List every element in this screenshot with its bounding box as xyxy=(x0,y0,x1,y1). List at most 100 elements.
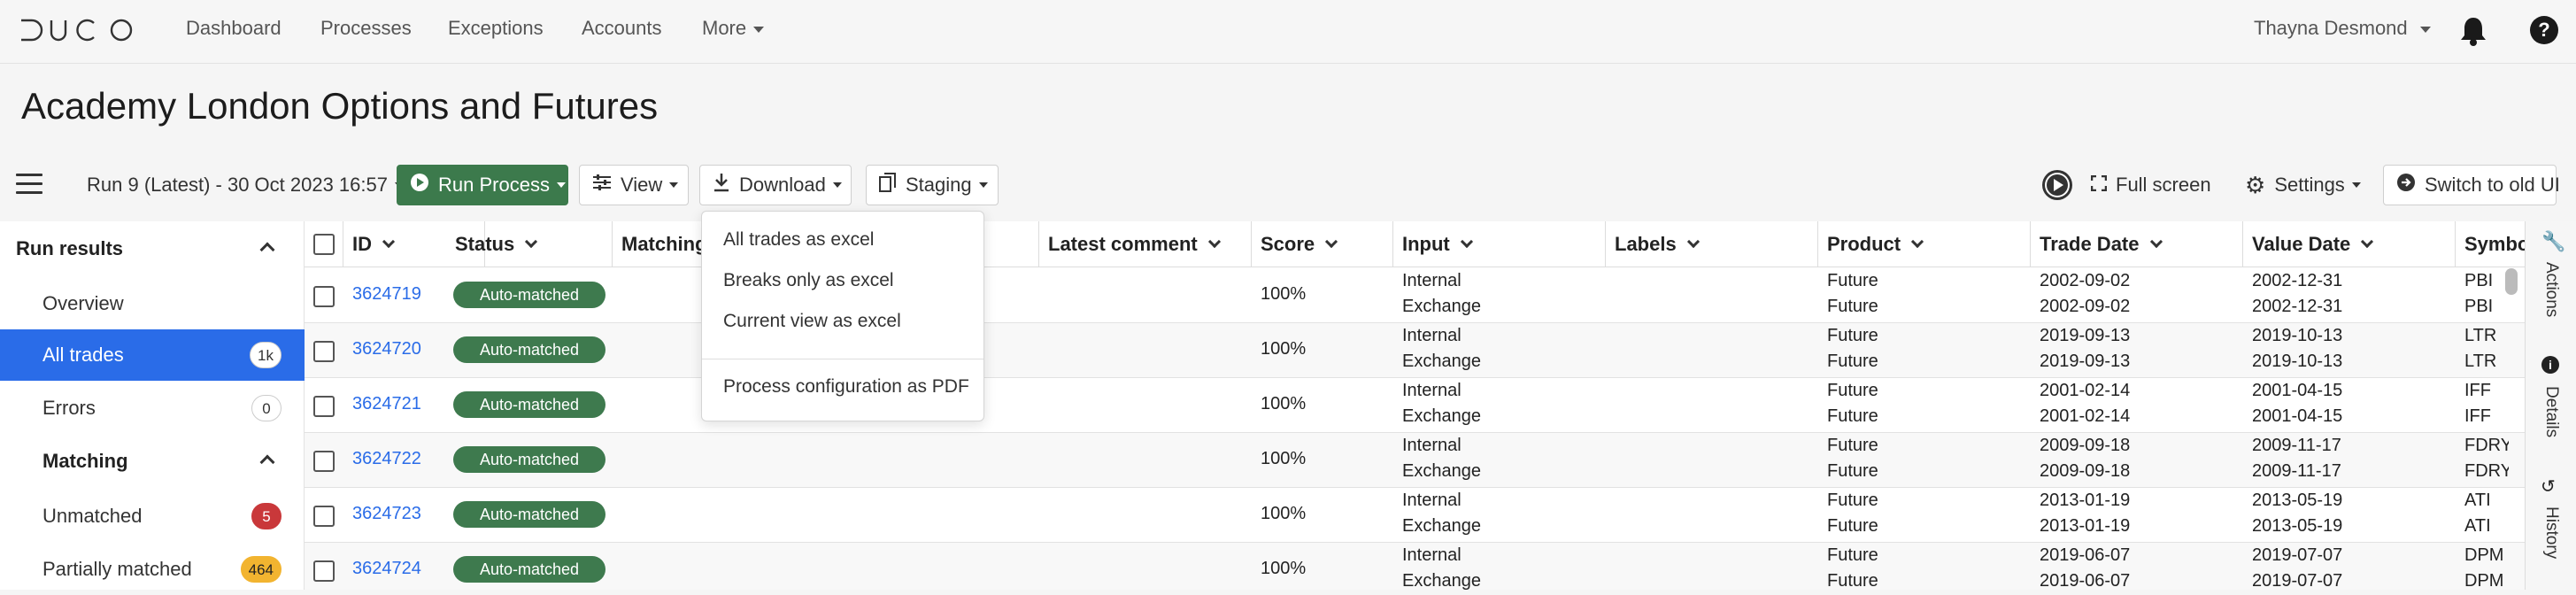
row-checkbox[interactable] xyxy=(313,396,335,417)
trade-date-cell: 2001-02-14 xyxy=(2040,381,2131,400)
chevron-up-icon[interactable] xyxy=(259,454,275,470)
rail-actions[interactable]: Actions xyxy=(2541,262,2561,317)
info-icon[interactable]: i xyxy=(2541,356,2559,374)
value-date-cell: 2013-05-19 xyxy=(2252,491,2343,510)
menu-item-config-pdf[interactable]: Process configuration as PDF xyxy=(723,376,969,398)
chevron-down-icon xyxy=(382,235,396,249)
product-cell: Future xyxy=(1827,571,1878,590)
nav-accounts[interactable]: Accounts xyxy=(582,17,662,40)
column-header-latest-comment[interactable]: Latest comment xyxy=(1039,221,1252,267)
run-results-heading[interactable]: Run results xyxy=(16,237,123,260)
view-label: View xyxy=(621,174,663,196)
column-header-input[interactable]: Input xyxy=(1393,221,1606,267)
switch-old-ui-button[interactable]: Switch to old UI xyxy=(2383,165,2560,205)
sidebar-item-all-trades[interactable]: All trades 1k xyxy=(0,329,305,381)
select-all-checkbox[interactable] xyxy=(313,234,335,255)
user-menu[interactable]: Thayna Desmond xyxy=(2254,17,2431,40)
menu-item-current-excel[interactable]: Current view as excel xyxy=(723,311,901,332)
input-internal: Internal xyxy=(1402,545,1462,565)
product-cell: Future xyxy=(1827,545,1878,565)
download-icon xyxy=(713,173,730,197)
table-row[interactable]: 3624720 Auto-matched 100% Internal Exchange F… xyxy=(305,323,2525,378)
trade-id-link[interactable]: 3624721 xyxy=(352,394,421,414)
play-button[interactable] xyxy=(2041,165,2073,205)
trade-date-cell: 2009-09-18 xyxy=(2040,461,2131,481)
history-icon[interactable]: ↺ xyxy=(2541,475,2556,498)
product-cell: Future xyxy=(1827,516,1878,536)
run-process-button[interactable]: Run Process xyxy=(397,165,568,205)
column-header-score[interactable]: Score xyxy=(1252,221,1393,267)
settings-button[interactable]: ⚙ Settings xyxy=(2245,165,2361,205)
hamburger-menu-icon[interactable] xyxy=(16,174,42,195)
column-label: Product xyxy=(1827,233,1901,255)
trade-id-link[interactable]: 3624719 xyxy=(352,284,421,305)
column-header-status[interactable]: Status xyxy=(446,221,613,267)
run-selector[interactable]: Run 9 (Latest) - 30 Oct 2023 16:57 xyxy=(87,165,404,205)
bell-icon[interactable] xyxy=(2459,16,2487,46)
sidebar-item-errors[interactable]: Errors 0 xyxy=(0,382,305,434)
caret-down-icon xyxy=(2351,182,2361,188)
menu-item-all-excel[interactable]: All trades as excel xyxy=(723,229,874,251)
nav-dashboard[interactable]: Dashboard xyxy=(186,17,282,40)
table-row[interactable]: 3624724 Auto-matched 100% Internal Exchange F… xyxy=(305,543,2525,590)
chevron-up-icon[interactable] xyxy=(259,242,275,258)
product-cell: Future xyxy=(1827,326,1878,345)
nav-processes[interactable]: Processes xyxy=(320,17,412,40)
view-button[interactable]: View xyxy=(579,165,689,205)
column-header-labels[interactable]: Labels xyxy=(1606,221,1818,267)
column-label: Trade Date xyxy=(2040,233,2140,255)
select-all-header xyxy=(305,221,343,267)
sidebar-item-overview[interactable]: Overview xyxy=(0,278,305,329)
column-header-product[interactable]: Product xyxy=(1818,221,2031,267)
caret-down-icon xyxy=(669,182,679,188)
input-internal: Internal xyxy=(1402,436,1462,455)
table-row[interactable]: 3624723 Auto-matched 100% Internal Exchange F… xyxy=(305,488,2525,543)
row-checkbox[interactable] xyxy=(313,506,335,527)
full-screen-button[interactable]: Full screen xyxy=(2090,165,2211,205)
nav-more[interactable]: More xyxy=(702,17,765,40)
symbol-cell: IFF xyxy=(2464,406,2491,426)
input-exchange: Exchange xyxy=(1402,461,1481,481)
nav-exceptions[interactable]: Exceptions xyxy=(448,17,544,40)
column-header-trade-date[interactable]: Trade Date xyxy=(2031,221,2243,267)
wrench-icon[interactable]: 🔧 xyxy=(2541,230,2565,253)
settings-label: Settings xyxy=(2274,174,2345,196)
column-header-value-date[interactable]: Value Date xyxy=(2243,221,2456,267)
trade-date-cell: 2002-09-02 xyxy=(2040,271,2131,290)
row-checkbox[interactable] xyxy=(313,286,335,307)
play-circle-icon xyxy=(2042,170,2072,200)
caret-down-icon xyxy=(753,26,765,33)
table-row[interactable]: 3624721 Auto-matched 100% Internal Exchange F… xyxy=(305,378,2525,433)
trade-id-link[interactable]: 3624723 xyxy=(352,504,421,524)
row-checkbox[interactable] xyxy=(313,560,335,582)
product-cell: Future xyxy=(1827,406,1878,426)
matching-heading[interactable]: Matching xyxy=(42,450,128,473)
duco-logo[interactable] xyxy=(19,18,135,42)
sidebar-item-label: All trades xyxy=(42,344,124,366)
trade-id-link[interactable]: 3624724 xyxy=(352,559,421,579)
rail-history[interactable]: History xyxy=(2541,506,2561,559)
menu-item-breaks-excel[interactable]: Breaks only as excel xyxy=(723,270,894,291)
trade-id-link[interactable]: 3624720 xyxy=(352,339,421,359)
row-checkbox[interactable] xyxy=(313,451,335,472)
input-exchange: Exchange xyxy=(1402,352,1481,371)
value-date-cell: 2019-10-13 xyxy=(2252,326,2343,345)
vertical-scrollbar[interactable] xyxy=(2505,268,2518,295)
rail-details[interactable]: Details xyxy=(2541,386,2561,437)
sidebar-item-label: Errors xyxy=(42,397,96,419)
staging-button[interactable]: Staging xyxy=(866,165,999,205)
status-badge: Auto-matched xyxy=(453,446,605,473)
table-row[interactable]: 3624719 Auto-matched 100% Internal Exchange F… xyxy=(305,268,2525,323)
download-button[interactable]: Download xyxy=(699,165,852,205)
column-header-symbol[interactable]: Symbol xyxy=(2456,221,2525,267)
sidebar-item-unmatched[interactable]: Unmatched 5 xyxy=(0,491,305,542)
trade-date-cell: 2001-02-14 xyxy=(2040,406,2131,426)
value-date-cell: 2013-05-19 xyxy=(2252,516,2343,536)
row-checkbox[interactable] xyxy=(313,341,335,362)
sidebar-item-partially-matched[interactable]: Partially matched 464 xyxy=(0,544,305,595)
table-row[interactable]: 3624722 Auto-matched 100% Internal Exchange F… xyxy=(305,433,2525,488)
trade-date-cell: 2019-06-07 xyxy=(2040,545,2131,565)
trade-id-link[interactable]: 3624722 xyxy=(352,449,421,469)
help-icon[interactable]: ? xyxy=(2530,16,2558,44)
status-badge: Auto-matched xyxy=(453,501,605,528)
